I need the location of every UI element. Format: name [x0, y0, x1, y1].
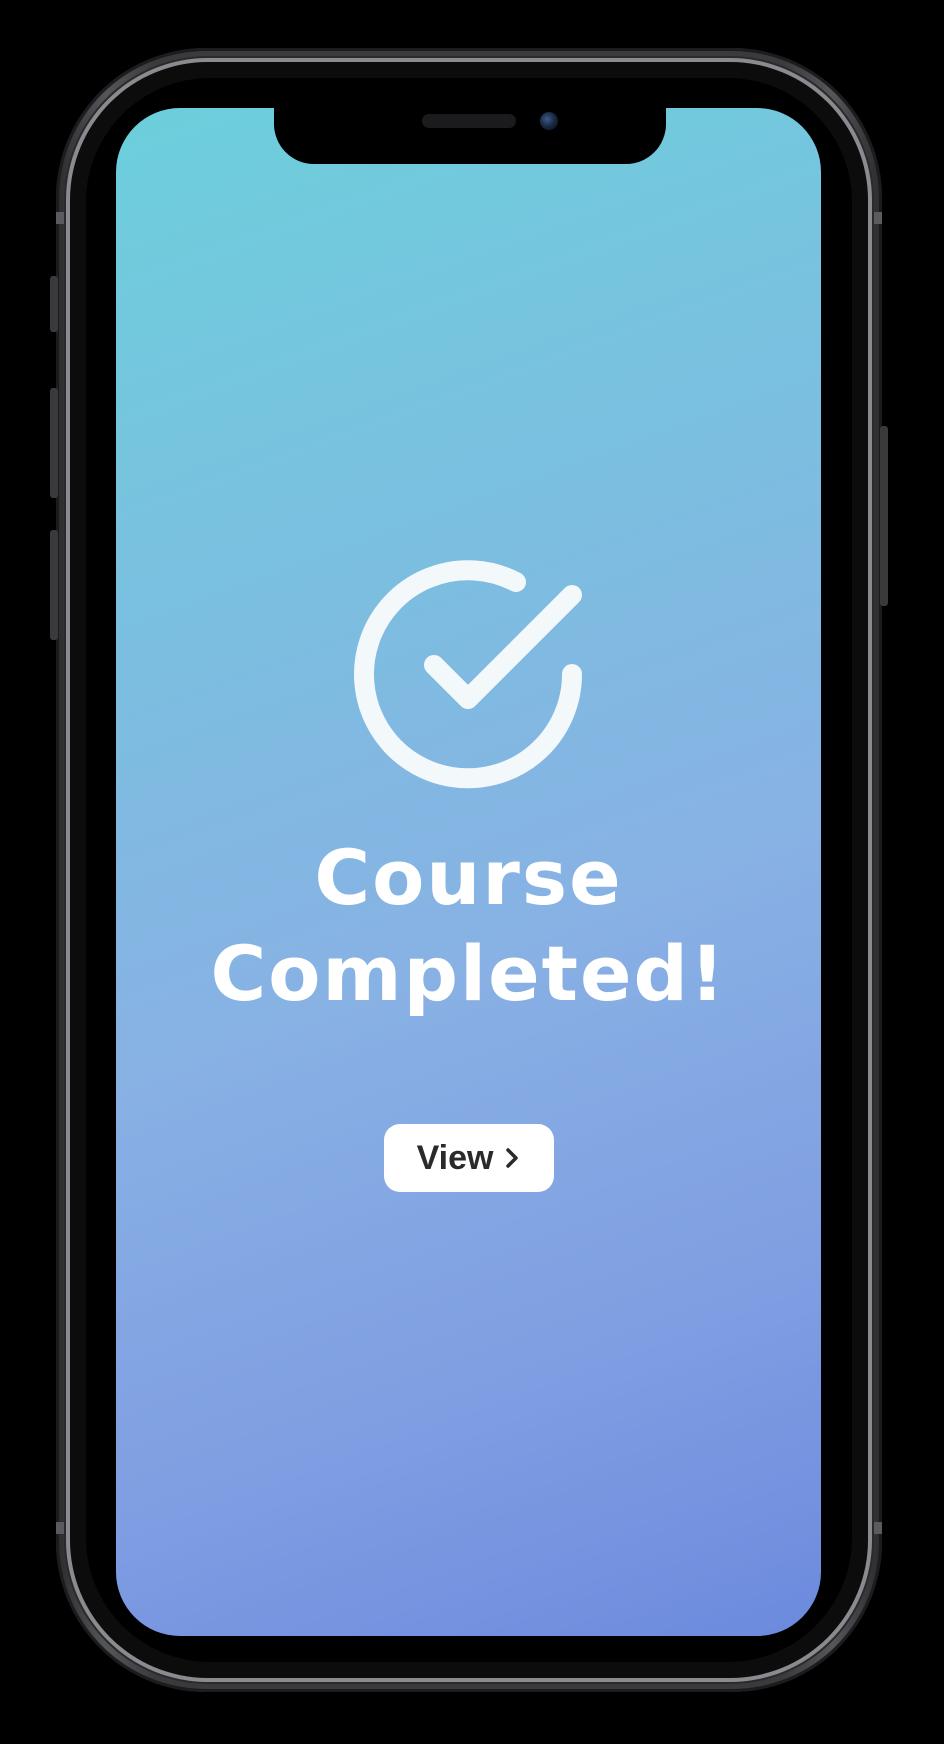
device-stage: Course Completed! View — [0, 0, 944, 1744]
view-button[interactable]: View — [384, 1124, 554, 1192]
power-button — [880, 426, 888, 606]
check-circle-icon — [348, 556, 588, 796]
silent-switch — [50, 276, 58, 332]
earpiece-speaker — [422, 114, 516, 128]
volume-down-button — [50, 530, 58, 640]
volume-up-button — [50, 388, 58, 498]
title-line-1: Course — [314, 833, 623, 922]
view-button-label: View — [416, 1138, 494, 1177]
notch — [274, 100, 666, 164]
completion-title: Course Completed! — [116, 830, 821, 1022]
title-line-2: Completed! — [210, 929, 727, 1018]
chevron-right-icon — [506, 1148, 519, 1168]
front-camera — [540, 112, 558, 130]
